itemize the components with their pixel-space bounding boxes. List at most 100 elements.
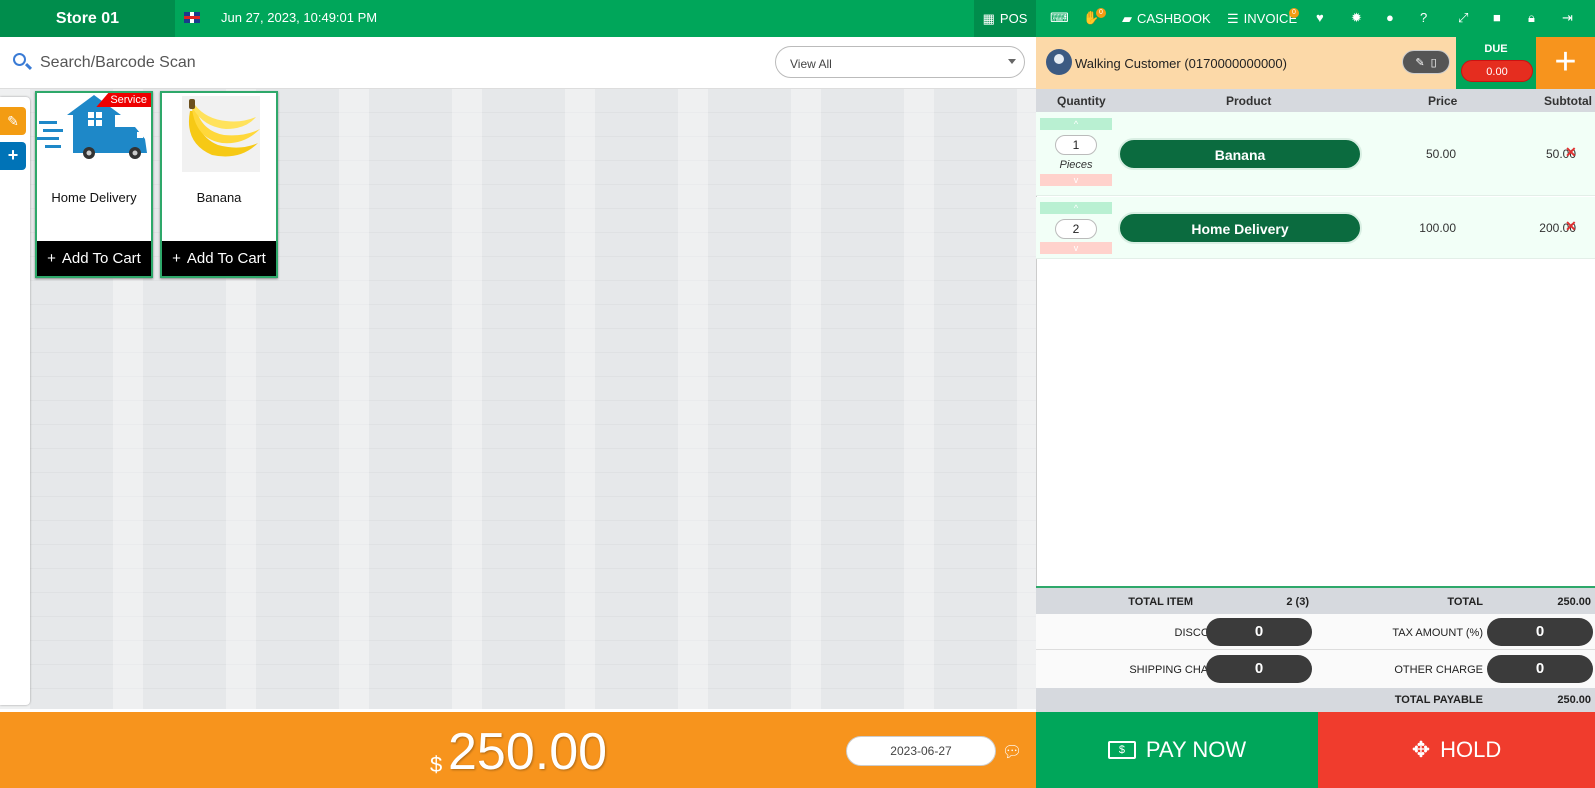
calculator-icon[interactable]: ■ bbox=[1493, 10, 1501, 25]
currency-symbol: $ bbox=[430, 752, 443, 777]
lock-icon[interactable]: 🔒︎ bbox=[1528, 10, 1535, 26]
move-icon: ✥ bbox=[1411, 737, 1431, 762]
product-grid bbox=[0, 89, 1036, 709]
total-item-label: TOTAL ITEM bbox=[1128, 596, 1193, 608]
quantity-stepper: ^ 1 Pieces v bbox=[1040, 118, 1112, 186]
pos-icon: ▦ bbox=[982, 10, 995, 26]
hold-button[interactable]: ✥ HOLD bbox=[1318, 712, 1595, 788]
other-charge-input[interactable]: 0 bbox=[1487, 655, 1593, 683]
total-payable-value: 250.00 bbox=[1557, 694, 1591, 706]
total-label: TOTAL bbox=[1447, 596, 1483, 608]
invoice-button[interactable]: ☰ INVOICE bbox=[1227, 0, 1297, 37]
col-quantity: Quantity bbox=[1057, 94, 1106, 108]
heart-icon[interactable]: ♥ bbox=[1316, 10, 1324, 25]
fullscreen-icon[interactable]: ⤢ bbox=[1458, 10, 1468, 26]
customer-edit-button[interactable]: ✎ ▯ bbox=[1402, 50, 1450, 74]
gear-icon[interactable]: ✹ bbox=[1351, 10, 1362, 26]
col-subtotal: Subtotal bbox=[1544, 94, 1592, 108]
sale-date-input[interactable]: 2023-06-27 bbox=[846, 736, 996, 766]
remove-item-icon[interactable]: ✕ bbox=[1565, 144, 1577, 161]
product-card[interactable]: Banana + Add To Cart bbox=[160, 91, 278, 278]
plus-icon: + bbox=[172, 250, 181, 267]
increase-qty-button[interactable]: ^ bbox=[1040, 202, 1112, 214]
search-icon bbox=[13, 53, 26, 66]
invoice-count-badge: 0 bbox=[1289, 8, 1299, 18]
datetime-display: Jun 27, 2023, 10:49:01 PM bbox=[221, 10, 378, 25]
total-item-row: TOTAL ITEM 2 (3) TOTAL 250.00 bbox=[1036, 588, 1595, 614]
edit-icon: ✎ bbox=[1415, 56, 1425, 69]
due-label: DUE bbox=[1484, 43, 1508, 55]
add-to-cart-label: Add To Cart bbox=[186, 250, 266, 267]
cart-row: ^ 1 Pieces v Banana 50.00 50.00 ✕ bbox=[1036, 112, 1595, 196]
remove-item-icon[interactable]: ✕ bbox=[1565, 218, 1577, 235]
cart-product-button[interactable]: Home Delivery bbox=[1118, 212, 1362, 244]
pos-button[interactable]: ▦ POS bbox=[974, 0, 1036, 37]
charges-row: SHIPPING CHARGE 0 OTHER CHARGE 0 bbox=[1036, 650, 1595, 688]
tax-input[interactable]: 0 bbox=[1487, 618, 1593, 646]
unit-label: Pieces bbox=[1059, 159, 1093, 171]
customer-avatar-icon bbox=[1046, 49, 1072, 75]
add-to-cart-label: Add To Cart bbox=[61, 250, 141, 267]
product-name: Home Delivery bbox=[51, 190, 137, 205]
increase-qty-button[interactable]: ^ bbox=[1040, 118, 1112, 130]
add-customer-button[interactable]: + bbox=[1536, 37, 1595, 89]
add-to-cart-button[interactable]: + Add To Cart bbox=[162, 241, 276, 276]
total-payable-label: TOTAL PAYABLE bbox=[1394, 694, 1483, 706]
total-item-value: 2 (3) bbox=[1286, 596, 1309, 608]
total-value: 250.00 bbox=[1557, 596, 1591, 608]
eraser-icon[interactable]: ✎ bbox=[0, 107, 26, 135]
pay-now-label: PAY NOW bbox=[1145, 737, 1247, 762]
pay-now-button[interactable]: $ PAY NOW bbox=[1036, 712, 1318, 788]
category-select[interactable]: View All bbox=[775, 46, 1025, 78]
totals-panel: TOTAL ITEM 2 (3) TOTAL 250.00 DISCOUNT 0… bbox=[1036, 586, 1595, 712]
cart-header: Quantity Product Price Subtotal bbox=[1036, 89, 1595, 112]
quantity-stepper: ^ 2 v bbox=[1040, 202, 1112, 254]
pos-label: POS bbox=[999, 11, 1028, 26]
hold-count-badge: 0 bbox=[1096, 8, 1106, 18]
quantity-input[interactable]: 1 bbox=[1055, 135, 1097, 155]
quantity-input[interactable]: 2 bbox=[1055, 219, 1097, 239]
product-name: Banana bbox=[196, 190, 242, 205]
other-charge-label: OTHER CHARGE bbox=[1394, 664, 1483, 676]
item-subtotal: 50.00 bbox=[1545, 147, 1576, 161]
decrease-qty-button[interactable]: v bbox=[1040, 242, 1112, 254]
add-to-cart-button[interactable]: + Add To Cart bbox=[37, 241, 151, 276]
product-card[interactable]: Service Home Delivery + Add To Cart bbox=[35, 91, 153, 278]
cashbook-label: CASHBOOK bbox=[1137, 11, 1211, 26]
item-price: 50.00 bbox=[1425, 147, 1456, 161]
discount-row: DISCOUNT 0 TAX AMOUNT (%) 0 bbox=[1036, 614, 1595, 650]
due-value: 0.00 bbox=[1461, 60, 1533, 82]
keyboard-icon[interactable]: ⌨ bbox=[1050, 10, 1069, 26]
banana-icon bbox=[188, 99, 260, 157]
chevron-down-icon bbox=[1008, 59, 1016, 64]
hold-label: HOLD bbox=[1440, 737, 1502, 762]
total-payable-row: TOTAL PAYABLE 250.00 bbox=[1036, 688, 1595, 712]
item-subtotal: 200.00 bbox=[1539, 221, 1576, 235]
mobile-icon: ▯ bbox=[1430, 56, 1437, 69]
money-icon: $ bbox=[1107, 741, 1136, 759]
decrease-qty-button[interactable]: v bbox=[1040, 174, 1112, 186]
search-input[interactable] bbox=[40, 50, 540, 76]
customer-name[interactable]: Walking Customer (0170000000000) bbox=[1075, 56, 1287, 71]
help-icon[interactable]: ? bbox=[1420, 10, 1427, 25]
language-flag-icon[interactable] bbox=[184, 12, 200, 23]
store-name[interactable]: Store 01 bbox=[0, 0, 175, 37]
side-panel bbox=[0, 97, 30, 705]
list-icon: ☰ bbox=[1227, 10, 1239, 26]
grand-total-display: 250.00 bbox=[448, 723, 608, 781]
book-icon: ▰ bbox=[1122, 10, 1132, 26]
cart-row: ^ 2 v Home Delivery 100.00 200.00 ✕ bbox=[1036, 197, 1595, 259]
cashbook-button[interactable]: ▰ CASHBOOK bbox=[1122, 0, 1211, 37]
cart-product-button[interactable]: Banana bbox=[1118, 138, 1362, 170]
logout-icon[interactable]: ⇥ bbox=[1562, 10, 1573, 26]
plus-icon: + bbox=[47, 250, 56, 267]
discount-input[interactable]: 0 bbox=[1206, 618, 1312, 646]
col-product: Product bbox=[1226, 94, 1272, 108]
comment-icon[interactable]: 💬︎ bbox=[1002, 742, 1022, 762]
item-price: 100.00 bbox=[1419, 221, 1456, 235]
alert-icon[interactable]: ● bbox=[1386, 10, 1394, 25]
tax-label: TAX AMOUNT (%) bbox=[1392, 627, 1483, 639]
col-price: Price bbox=[1428, 94, 1458, 108]
shipping-input[interactable]: 0 bbox=[1206, 655, 1312, 683]
add-product-button[interactable]: + bbox=[0, 142, 26, 170]
